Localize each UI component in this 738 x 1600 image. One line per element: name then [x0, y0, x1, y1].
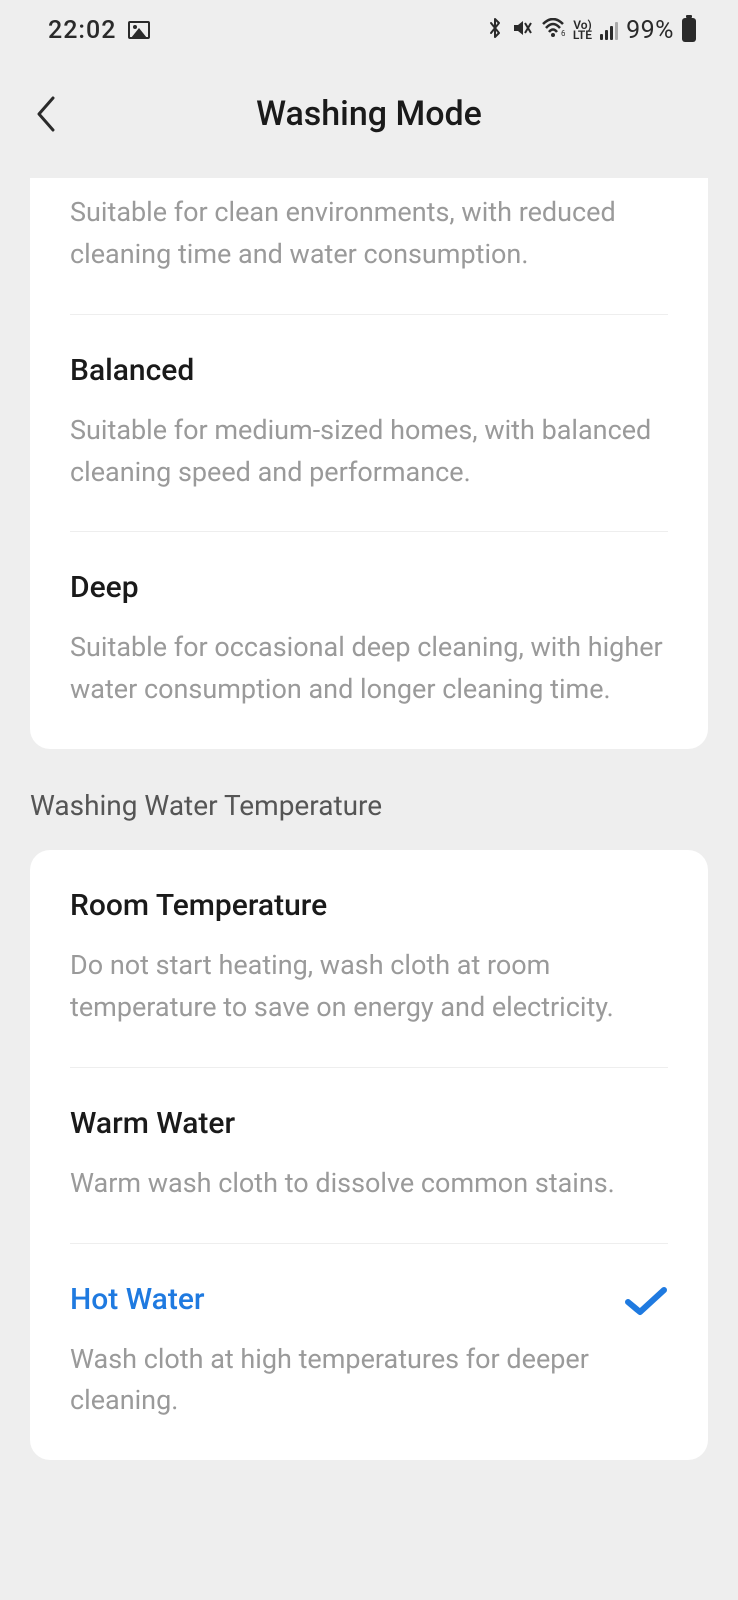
- temp-option-hot[interactable]: Hot Water Wash cloth at high temperature…: [30, 1244, 708, 1461]
- option-title: Room Temperature: [70, 888, 668, 923]
- washing-mode-card: Suitable for clean environments, with re…: [30, 178, 708, 749]
- volte-icon: Vo) LTE: [573, 20, 592, 40]
- option-title: Balanced: [70, 353, 668, 388]
- mode-option-partial[interactable]: Suitable for clean environments, with re…: [30, 178, 708, 314]
- chevron-left-icon: [35, 94, 57, 134]
- option-description: Do not start heating, wash cloth at room…: [70, 945, 668, 1029]
- back-button[interactable]: [32, 90, 60, 138]
- status-right: 6 Vo) LTE 99%: [487, 16, 696, 45]
- page-title: Washing Mode: [0, 94, 738, 134]
- page-header: Washing Mode: [0, 60, 738, 178]
- svg-text:6: 6: [561, 29, 565, 38]
- status-bar: 22:02 6 Vo) LTE 99%: [0, 0, 738, 60]
- temp-option-room[interactable]: Room Temperature Do not start heating, w…: [30, 850, 708, 1067]
- temp-option-warm[interactable]: Warm Water Warm wash cloth to dissolve c…: [30, 1068, 708, 1243]
- section-label-temperature: Washing Water Temperature: [0, 789, 738, 850]
- status-left: 22:02: [48, 16, 150, 45]
- bluetooth-icon: [487, 17, 503, 44]
- signal-icon: [600, 20, 618, 40]
- mode-option-deep[interactable]: Deep Suitable for occasional deep cleani…: [30, 532, 708, 749]
- temperature-card: Room Temperature Do not start heating, w…: [30, 850, 708, 1460]
- option-description: Wash cloth at high temperatures for deep…: [70, 1339, 668, 1423]
- option-title: Warm Water: [70, 1106, 668, 1141]
- mode-option-balanced[interactable]: Balanced Suitable for medium-sized homes…: [30, 315, 708, 532]
- option-description: Suitable for occasional deep cleaning, w…: [70, 627, 668, 711]
- checkmark-icon: [624, 1286, 668, 1322]
- battery-percent: 99%: [626, 16, 674, 45]
- status-time: 22:02: [48, 16, 116, 45]
- battery-icon: [682, 18, 696, 42]
- picture-icon: [128, 21, 150, 39]
- option-title: Hot Water: [70, 1282, 668, 1317]
- option-description: Suitable for medium-sized homes, with ba…: [70, 410, 668, 494]
- option-description: Warm wash cloth to dissolve common stain…: [70, 1163, 668, 1205]
- volte-bottom: LTE: [573, 30, 592, 40]
- wifi-icon: 6: [541, 18, 565, 43]
- option-title: Deep: [70, 570, 668, 605]
- option-description: Suitable for clean environments, with re…: [70, 192, 668, 276]
- mute-icon: [511, 17, 533, 44]
